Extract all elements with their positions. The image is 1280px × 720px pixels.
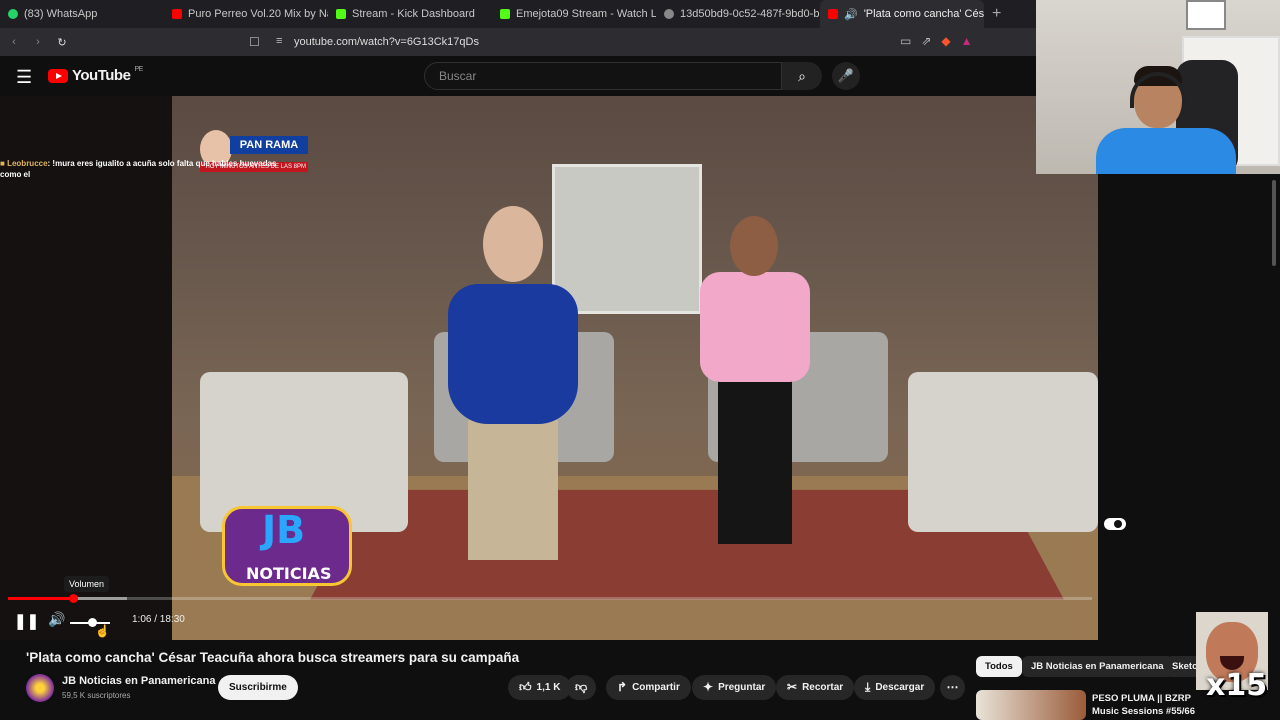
tab-label: (83) WhatsApp: [24, 8, 98, 20]
stream-chat-message: ■ Leobrucce: !mura eres igualito a acuña…: [0, 158, 300, 180]
armchair-right: [908, 372, 1098, 532]
download-label: Descargar: [875, 682, 925, 693]
tab-kick-stream[interactable]: Emejota09 Stream - Watch Live on Ki: [492, 0, 656, 28]
youtube-icon: [172, 9, 182, 19]
jb-logo-bottom-text: NOTICIAS: [246, 564, 332, 583]
wall-frame: [1186, 0, 1226, 30]
logo-text: YouTube: [72, 67, 131, 84]
tab-kick-dashboard[interactable]: Stream - Kick Dashboard: [328, 0, 492, 28]
menu-icon[interactable]: ☰: [16, 67, 32, 88]
played-bar: [8, 597, 74, 600]
new-tab-button[interactable]: +: [984, 5, 1009, 23]
scrubber-handle[interactable]: [69, 594, 79, 603]
microphone-icon: 🎤: [837, 68, 855, 83]
volume-tooltip: Volumen: [64, 576, 110, 592]
cast-icon[interactable]: ▭: [900, 34, 911, 48]
thumbs-up-icon: 👍︎: [519, 680, 532, 694]
url-field[interactable]: youtube.com/watch?v=6G13Ck17qDs: [294, 36, 479, 48]
kick-icon: [500, 9, 510, 19]
tab-label: Puro Perreo Vol.20 Mix by Nayef Qvo: [188, 8, 328, 20]
tab-uuid[interactable]: 13d50bd9-0c52-487f-9bd0-be1d530: [656, 0, 820, 28]
tab-label: Stream - Kick Dashboard: [352, 8, 475, 20]
streamer-webcam: [1036, 0, 1280, 174]
share-label: Compartir: [632, 682, 680, 693]
search-icon: ⌕: [798, 68, 806, 84]
video-player[interactable]: JB NOTICIAS PAN RAMA HOY MINUTOS ANTES D…: [0, 96, 1098, 640]
page-scrollbar[interactable]: [1272, 180, 1276, 266]
brave-shield-icon[interactable]: ◆: [941, 34, 950, 48]
pause-icon[interactable]: ❚❚: [14, 612, 39, 630]
globe-icon: [664, 9, 674, 19]
tab-label: 13d50bd9-0c52-487f-9bd0-be1d530: [680, 8, 820, 20]
tab-label: 'Plata como cancha' César Te: [863, 8, 984, 20]
tab-youtube-active[interactable]: 🔊 'Plata como cancha' César Te ✕: [820, 0, 984, 28]
recommendation-thumbnail[interactable]: [976, 690, 1086, 720]
like-button[interactable]: 👍︎ 1,1 K: [508, 675, 572, 700]
sparkle-icon: ✦: [703, 680, 714, 694]
person-blue-shirt: [448, 206, 578, 576]
person-pink-shirt: [700, 216, 810, 556]
like-count: 1,1 K: [536, 682, 561, 693]
clip-button[interactable]: ✂ Recortar: [776, 675, 855, 700]
download-button[interactable]: ⤓ Descargar: [854, 675, 936, 700]
time-display: 1:06 / 18:30: [132, 614, 185, 625]
chip-sketch[interactable]: Sketc: [1166, 656, 1200, 677]
back-icon[interactable]: ‹: [4, 36, 24, 48]
reaction-counter: x15: [1206, 668, 1268, 703]
whatsapp-icon: [8, 9, 18, 19]
youtube-play-icon: [48, 68, 68, 83]
scissors-icon: ✂: [787, 680, 798, 694]
streamer: [1096, 66, 1236, 174]
voice-search-button[interactable]: 🎤: [832, 62, 860, 90]
recommendation-title[interactable]: PESO PLUMA || BZRP Music Sessions #55/66: [1092, 692, 1202, 718]
dislike-button[interactable]: 👎︎: [566, 675, 597, 700]
bookmark-icon[interactable]: ☐: [249, 35, 260, 49]
region-code: PE: [134, 66, 143, 73]
autoplay-toggle[interactable]: [1104, 518, 1126, 530]
mouse-cursor-icon: ☝: [95, 624, 110, 638]
chat-user: Leobrucce: [7, 159, 48, 168]
chip-all[interactable]: Todos: [976, 656, 1022, 677]
chip-channel[interactable]: JB Noticias en Panamericana: [1022, 656, 1173, 677]
volume-icon[interactable]: 🔊: [48, 611, 65, 628]
tab-youtube-mix[interactable]: Puro Perreo Vol.20 Mix by Nayef Qvo: [164, 0, 328, 28]
search-input[interactable]: Buscar: [424, 62, 782, 90]
video-title: 'Plata como cancha' César Teacuña ahora …: [26, 650, 520, 665]
subscriber-count: 59,5 K suscriptores: [62, 691, 131, 700]
panorama-label: PAN RAMA: [230, 136, 308, 154]
jb-logo-top-text: JB: [262, 508, 306, 552]
more-actions-icon[interactable]: ⋯: [940, 675, 965, 700]
tab-whatsapp[interactable]: (83) WhatsApp: [0, 0, 164, 28]
progress-bar[interactable]: [8, 594, 1092, 603]
kick-icon: [336, 9, 346, 19]
ask-label: Preguntar: [718, 682, 766, 693]
youtube-icon: [828, 9, 838, 19]
ask-button[interactable]: ✦ Preguntar: [692, 675, 777, 700]
share-icon[interactable]: ⇗: [921, 34, 931, 48]
share-button[interactable]: ↱ Compartir: [606, 675, 691, 700]
tab-label: Emejota09 Stream - Watch Live on Ki: [516, 8, 656, 20]
search-button[interactable]: ⌕: [782, 62, 822, 90]
reload-icon[interactable]: ↻: [52, 36, 72, 49]
clip-label: Recortar: [802, 682, 844, 693]
brave-rewards-icon[interactable]: ▲: [961, 34, 973, 48]
speaker-icon: 🔊: [844, 8, 858, 21]
youtube-logo[interactable]: YouTube PE: [48, 66, 143, 84]
site-settings-icon[interactable]: ≡: [276, 35, 282, 47]
share-arrow-icon: ↱: [617, 680, 628, 694]
player-controls: ❚❚ 🔊 1:06 / 18:30 ▤ ⚙: [0, 606, 1098, 640]
thumbs-down-icon: 👎︎: [575, 680, 588, 694]
forward-icon[interactable]: ›: [28, 36, 48, 48]
chat-badge-icon: ■: [0, 159, 5, 168]
toolbar-icons: ▭ ⇗ ◆ ▲: [900, 34, 973, 48]
channel-name[interactable]: JB Noticias en Panamericana: [62, 675, 215, 687]
subscribe-button[interactable]: Suscribirme: [218, 675, 298, 700]
download-icon: ⤓: [865, 680, 871, 694]
channel-avatar[interactable]: [26, 674, 54, 702]
